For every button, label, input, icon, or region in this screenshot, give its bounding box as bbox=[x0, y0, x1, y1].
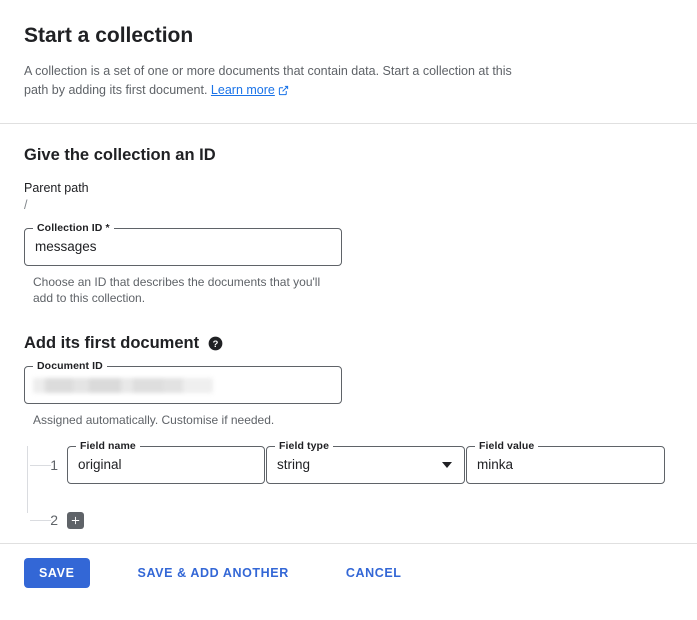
field-value-input[interactable]: Field value minka bbox=[466, 440, 665, 484]
collection-id-value: messages bbox=[35, 239, 97, 254]
external-link-icon bbox=[278, 83, 289, 102]
field-type-value: string bbox=[277, 457, 311, 472]
document-id-helper-text: Assigned automatically. Customise if nee… bbox=[33, 413, 275, 427]
parent-path-value: / bbox=[24, 198, 28, 212]
document-section-title: Add its first document ? bbox=[24, 332, 673, 354]
dialog-footer: SAVE SAVE & ADD ANOTHER CANCEL bbox=[0, 544, 697, 602]
collection-id-input[interactable]: Collection ID * messages bbox=[24, 222, 342, 266]
plus-icon bbox=[71, 516, 80, 524]
learn-more-link[interactable]: Learn more bbox=[211, 83, 289, 97]
svg-text:?: ? bbox=[213, 338, 219, 348]
collection-section-title: Give the collection an ID bbox=[24, 146, 216, 164]
save-button[interactable]: SAVE bbox=[24, 558, 90, 588]
document-section-title-label: Add its first document bbox=[24, 334, 200, 352]
dialog-body: Give the collection an ID Parent path / … bbox=[0, 124, 697, 539]
field-rows: 1 Field name original Field type string … bbox=[24, 440, 673, 539]
field-row: 1 Field name original Field type string … bbox=[27, 440, 673, 484]
collection-id-helper-text: Choose an ID that describes the document… bbox=[33, 275, 321, 305]
page-title: Start a collection bbox=[24, 24, 194, 47]
document-id-redacted-value bbox=[33, 378, 213, 393]
add-field-button[interactable] bbox=[67, 511, 84, 529]
field-value-value: minka bbox=[477, 457, 514, 472]
field-row-inputs: Field name original Field type string Fi… bbox=[67, 440, 665, 484]
dialog-description: A collection is a set of one or more doc… bbox=[24, 62, 534, 102]
tree-connector-stub bbox=[30, 520, 51, 521]
start-collection-dialog: Start a collection A collection is a set… bbox=[0, 0, 697, 620]
parent-path-label: Parent path bbox=[24, 181, 89, 195]
dialog-header: Start a collection A collection is a set… bbox=[0, 0, 697, 102]
document-id-label: Document ID bbox=[33, 360, 107, 373]
document-id-input[interactable]: Document ID bbox=[24, 360, 342, 404]
field-row-add: 2 bbox=[27, 501, 673, 539]
help-icon[interactable]: ? bbox=[208, 336, 223, 351]
chevron-down-icon[interactable] bbox=[442, 462, 452, 468]
field-name-input[interactable]: Field name original bbox=[67, 440, 265, 484]
field-name-value: original bbox=[78, 457, 122, 472]
tree-connector-stub bbox=[30, 465, 51, 466]
cancel-button[interactable]: CANCEL bbox=[336, 558, 412, 588]
learn-more-label: Learn more bbox=[210, 83, 275, 97]
save-and-add-another-button[interactable]: SAVE & ADD ANOTHER bbox=[128, 558, 299, 588]
field-type-select[interactable]: Field type string bbox=[266, 440, 465, 484]
